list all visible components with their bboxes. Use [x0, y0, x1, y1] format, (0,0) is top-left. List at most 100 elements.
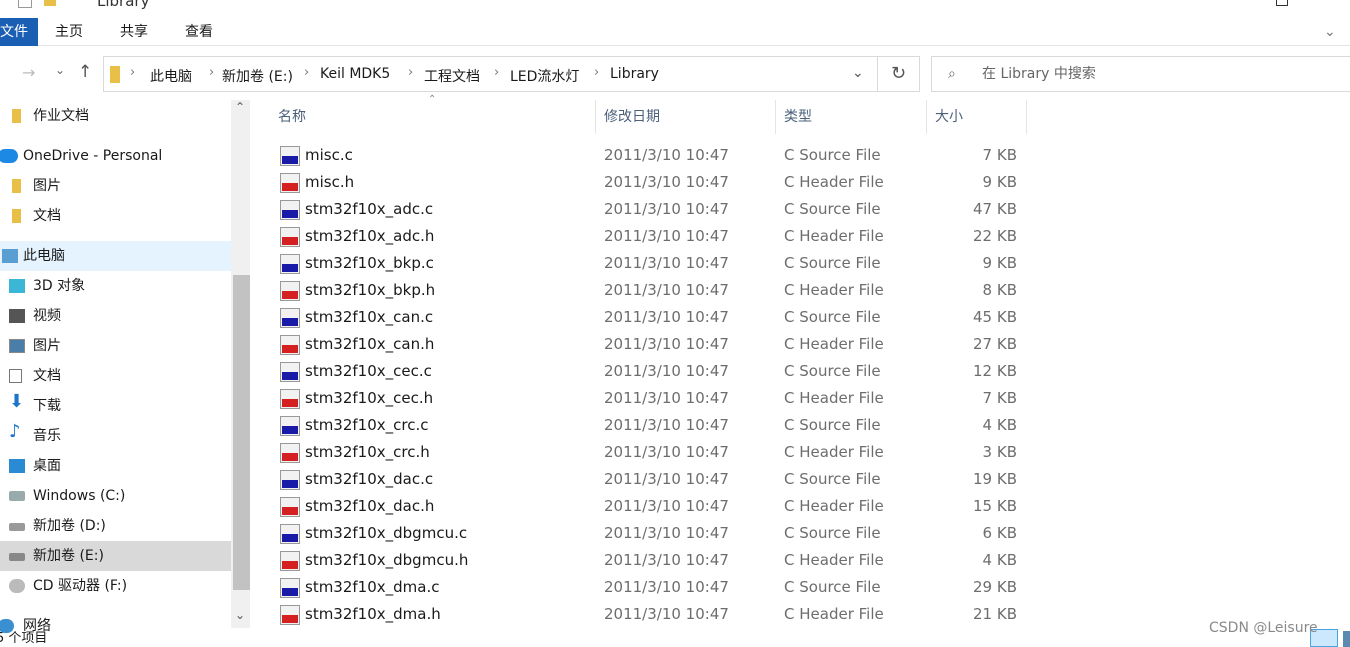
file-size: 12 KB	[973, 362, 1017, 380]
file-size: 21 KB	[973, 605, 1017, 623]
c-header-file-icon	[280, 281, 300, 301]
sidebar-item-homework[interactable]: 作业文档	[0, 101, 231, 131]
breadcrumb-drive-e[interactable]: 新加卷 (E:)	[222, 66, 293, 86]
file-row[interactable]: stm32f10x_cec.h 2011/3/10 10:47 C Header…	[275, 385, 1027, 412]
breadcrumb-keil[interactable]: Keil MDK5	[320, 66, 390, 82]
breadcrumb-this-pc[interactable]: 此电脑	[150, 66, 192, 86]
c-source-file-icon	[280, 416, 300, 436]
sidebar-item-label: OneDrive - Personal	[23, 148, 163, 164]
sidebar-scrollbar[interactable]: ⌃ ⌄	[231, 100, 250, 628]
sidebar-item-label: 新加卷 (E:)	[33, 548, 104, 564]
sidebar-item-videos[interactable]: 视频	[0, 301, 231, 331]
sidebar-item-this-pc[interactable]: 此电脑	[0, 241, 231, 271]
scrollbar-thumb[interactable]	[233, 275, 250, 590]
scroll-up-icon[interactable]: ⌃	[235, 100, 245, 114]
file-type: C Header File	[784, 335, 884, 353]
chevron-right-icon: ›	[209, 65, 215, 80]
file-type: C Source File	[784, 470, 881, 488]
forward-button[interactable]: →	[22, 63, 35, 82]
sidebar-item-label: CD 驱动器 (F:)	[33, 578, 128, 594]
address-bar[interactable]: › 此电脑 › 新加卷 (E:) › Keil MDK5 › 工程文档 › LE…	[103, 56, 878, 92]
sidebar-item-label: 下载	[33, 398, 61, 414]
breadcrumb-project-docs[interactable]: 工程文档	[424, 66, 480, 86]
file-name: stm32f10x_dma.c	[305, 578, 440, 596]
refresh-button[interactable]: ↻	[878, 56, 920, 92]
tab-file[interactable]: 文件	[0, 18, 38, 46]
sidebar-item-3d-objects[interactable]: 3D 对象	[0, 271, 231, 301]
sidebar-item-label: 文档	[33, 368, 61, 384]
large-icons-view-button[interactable]	[1343, 631, 1350, 647]
cloud-icon	[0, 149, 18, 163]
file-row[interactable]: stm32f10x_can.c 2011/3/10 10:47 C Source…	[275, 304, 1027, 331]
file-row[interactable]: stm32f10x_bkp.h 2011/3/10 10:47 C Header…	[275, 277, 1027, 304]
tab-share[interactable]: 共享	[120, 18, 148, 46]
column-header-date[interactable]: 修改日期	[596, 100, 776, 134]
file-row[interactable]: stm32f10x_bkp.c 2011/3/10 10:47 C Source…	[275, 250, 1027, 277]
c-header-file-icon	[280, 605, 300, 625]
file-row[interactable]: stm32f10x_adc.h 2011/3/10 10:47 C Header…	[275, 223, 1027, 250]
file-type: C Header File	[784, 227, 884, 245]
tab-view[interactable]: 查看	[185, 18, 213, 46]
breadcrumb-led[interactable]: LED流水灯	[510, 66, 579, 86]
sidebar-item-drive-d[interactable]: 新加卷 (D:)	[0, 511, 231, 541]
sidebar-item-documents[interactable]: 文档	[0, 361, 231, 391]
quick-access-icon[interactable]	[18, 0, 32, 8]
file-row[interactable]: stm32f10x_crc.h 2011/3/10 10:47 C Header…	[275, 439, 1027, 466]
file-row[interactable]: stm32f10x_dma.h 2011/3/10 10:47 C Header…	[275, 601, 1027, 628]
sidebar-item-drive-c[interactable]: Windows (C:)	[0, 481, 231, 511]
column-header-name[interactable]: 名称	[270, 100, 596, 134]
sidebar-item-onedrive-documents[interactable]: 文档	[0, 201, 231, 231]
sidebar-item-cd-drive[interactable]: CD 驱动器 (F:)	[0, 571, 231, 601]
sidebar-item-downloads[interactable]: ⬇ 下载	[0, 391, 231, 421]
c-source-file-icon	[280, 524, 300, 544]
file-name: stm32f10x_dac.c	[305, 470, 434, 488]
column-header-type[interactable]: 类型	[776, 100, 927, 134]
file-row[interactable]: stm32f10x_dma.c 2011/3/10 10:47 C Source…	[275, 574, 1027, 601]
file-row[interactable]: misc.h 2011/3/10 10:47 C Header File 9 K…	[275, 169, 1027, 196]
file-row[interactable]: stm32f10x_dbgmcu.c 2011/3/10 10:47 C Sou…	[275, 520, 1027, 547]
scroll-down-icon[interactable]: ⌄	[235, 608, 245, 622]
tab-home[interactable]: 主页	[55, 18, 83, 46]
dropdown-icon[interactable]: ▾	[68, 0, 73, 3]
file-type: C Header File	[784, 605, 884, 623]
up-button[interactable]: ↑	[78, 62, 92, 82]
sidebar-item-onedrive[interactable]: OneDrive - Personal	[0, 141, 231, 171]
maximize-button[interactable]	[1276, 0, 1288, 6]
file-name: stm32f10x_dbgmcu.c	[305, 524, 468, 542]
cube-icon	[9, 279, 25, 293]
file-row[interactable]: stm32f10x_adc.c 2011/3/10 10:47 C Source…	[275, 196, 1027, 223]
address-dropdown-icon[interactable]: ⌄	[852, 65, 864, 81]
file-row[interactable]: stm32f10x_dac.c 2011/3/10 10:47 C Source…	[275, 466, 1027, 493]
sidebar-item-onedrive-pictures[interactable]: 图片	[0, 171, 231, 201]
file-type: C Source File	[784, 146, 881, 164]
recent-locations-icon[interactable]: ⌄	[55, 63, 65, 77]
c-source-file-icon	[280, 254, 300, 274]
expand-ribbon-icon[interactable]: ⌄	[1324, 18, 1336, 46]
file-name: stm32f10x_dac.h	[305, 497, 435, 515]
sidebar-item-drive-e[interactable]: 新加卷 (E:)	[0, 541, 231, 571]
file-type: C Header File	[784, 551, 884, 569]
status-bar: 5 个项目	[0, 629, 1350, 647]
file-size: 3 KB	[982, 443, 1017, 461]
c-header-file-icon	[280, 497, 300, 517]
c-source-file-icon	[280, 308, 300, 328]
file-row[interactable]: stm32f10x_dac.h 2011/3/10 10:47 C Header…	[275, 493, 1027, 520]
file-row[interactable]: stm32f10x_cec.c 2011/3/10 10:47 C Source…	[275, 358, 1027, 385]
c-source-file-icon	[280, 146, 300, 166]
file-row[interactable]: stm32f10x_crc.c 2011/3/10 10:47 C Source…	[275, 412, 1027, 439]
sidebar-item-desktop[interactable]: 桌面	[0, 451, 231, 481]
file-row[interactable]: stm32f10x_can.h 2011/3/10 10:47 C Header…	[275, 331, 1027, 358]
folder-icon	[44, 0, 56, 6]
search-placeholder: 在 Library 中搜索	[982, 66, 1096, 82]
sidebar-item-pictures[interactable]: 图片	[0, 331, 231, 361]
breadcrumb-library[interactable]: Library	[610, 66, 659, 82]
search-input[interactable]: ⌕ 在 Library 中搜索	[931, 56, 1350, 92]
file-type: C Header File	[784, 443, 884, 461]
file-size: 45 KB	[973, 308, 1017, 326]
file-date: 2011/3/10 10:47	[604, 416, 729, 434]
file-row[interactable]: misc.c 2011/3/10 10:47 C Source File 7 K…	[275, 142, 1027, 169]
column-header-size[interactable]: 大小	[927, 100, 1027, 134]
file-row[interactable]: stm32f10x_dbgmcu.h 2011/3/10 10:47 C Hea…	[275, 547, 1027, 574]
sidebar-item-music[interactable]: ♪ 音乐	[0, 421, 231, 451]
file-name: stm32f10x_can.h	[305, 335, 435, 353]
